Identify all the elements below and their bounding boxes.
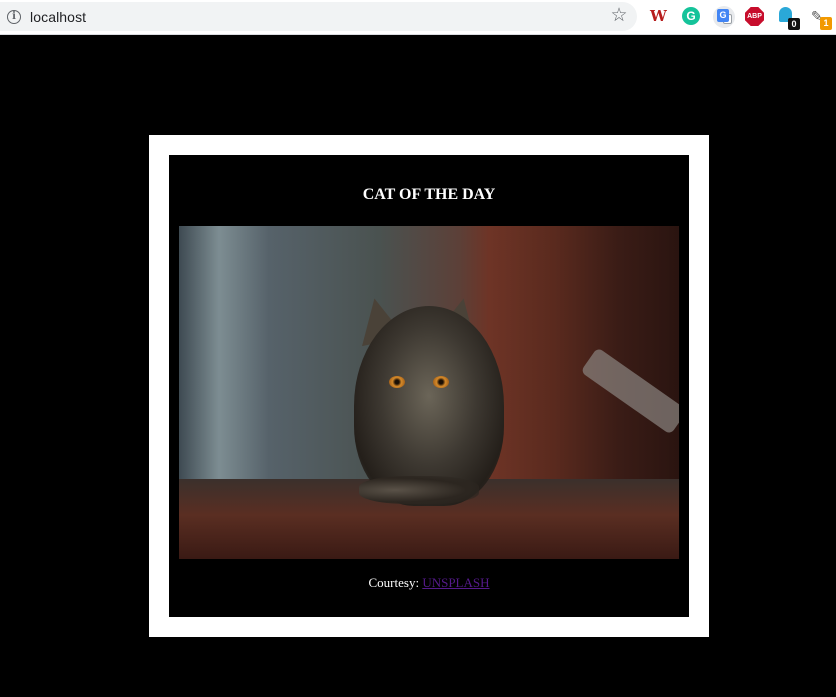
address-bar[interactable]: i localhost ☆ [0,2,637,31]
adblock-plus-icon[interactable]: ABP [745,7,764,26]
card-title: CAT OF THE DAY [362,186,496,203]
star-icon[interactable]: ☆ [609,6,629,26]
google-translate-icon[interactable]: G [713,6,735,28]
photo-board [580,347,679,435]
card-frame: CAT OF THE DAY Courtesy: UNSPLASH [149,135,709,637]
courtesy-line: Courtesy: UNSPLASH [179,575,679,591]
cat-eye-left [389,376,405,388]
cat-paws [359,476,479,504]
ghostery-badge: 0 [788,18,800,30]
cat-photo [179,226,679,559]
w-extension-icon[interactable]: W [650,7,668,25]
card: CAT OF THE DAY Courtesy: UNSPLASH [169,155,689,617]
grammarly-icon[interactable]: G [682,7,700,25]
translate-front-shape: G [717,9,729,22]
url-text[interactable]: localhost [30,9,86,25]
unsplash-link[interactable]: UNSPLASH [422,575,489,590]
courtesy-label: Courtesy: [368,575,423,590]
info-icon[interactable]: i [7,10,21,24]
extension-badge: 1 [820,17,832,30]
cat-eye-right [433,376,449,388]
browser-toolbar: i localhost ☆ W G G ABP 0 ✎ 1 [0,0,836,35]
